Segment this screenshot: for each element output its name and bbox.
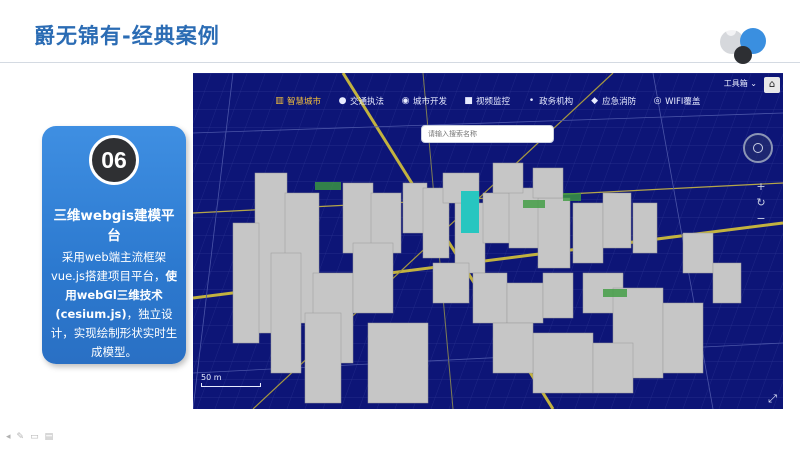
pin-icon: ◉ [401, 95, 410, 106]
case-number-badge: 06 [89, 135, 139, 185]
highlighted-building [461, 191, 479, 233]
presentation-toolbar: ◂ ✎ ▭ ▤ [6, 432, 53, 442]
building-icon: ▥ [275, 95, 284, 106]
case-description: 采用web端主流框架vue.js搭建项目平台，使用webGl三维技术(cesiu… [50, 248, 178, 362]
map-scale-bar: 50 m [201, 373, 281, 387]
wifi-icon: ◎ [653, 95, 662, 106]
nav-item-label: 智慧城市 [287, 97, 322, 107]
tool-menu-label: 工具箱 [723, 79, 748, 88]
nav-item-government[interactable]: • 政务机构 [527, 93, 573, 109]
nav-item-traffic[interactable]: ● 交通执法 [338, 93, 384, 109]
nav-item-label: 城市开发 [413, 97, 448, 107]
home-icon[interactable]: ⌂ [764, 77, 780, 93]
slide-title: 爵无锦有-经典案例 [34, 24, 220, 48]
company-logo [720, 22, 770, 64]
map-search-input[interactable] [421, 125, 554, 143]
scale-label: 50 m [201, 373, 222, 382]
chevron-down-icon: ⌄ [750, 79, 757, 88]
person-icon: ● [338, 95, 347, 106]
nav-item-development[interactable]: ◉ 城市开发 [401, 93, 447, 109]
city-3d-scene [193, 73, 783, 409]
nav-item-emergency[interactable]: ◆ 应急消防 [590, 93, 636, 109]
pen-icon[interactable]: ✎ [17, 432, 25, 442]
map-category-nav: ▥ 智慧城市 ● 交通执法 ◉ 城市开发 ■ 视频监控 • 政务机构 ◆ 应急消… [275, 93, 717, 109]
alert-icon: ◆ [591, 95, 599, 106]
case-card: 06 三维webgis建模平台 采用web端主流框架vue.js搭建项目平台，使… [42, 126, 186, 364]
nav-item-label: 政务机构 [539, 97, 574, 107]
nav-item-label: 交通执法 [350, 97, 385, 107]
nav-item-video[interactable]: ■ 视频监控 [464, 93, 510, 109]
nav-item-label: 视频监控 [476, 97, 511, 107]
nav-item-smart-city[interactable]: ▥ 智慧城市 [275, 93, 321, 109]
tool-menu[interactable]: 工具箱 ⌄ [724, 78, 757, 89]
slides-icon[interactable]: ▭ [30, 432, 39, 442]
reset-view-icon[interactable]: ↻ [755, 197, 767, 209]
nav-item-label: WIFI覆盖 [665, 97, 701, 107]
back-icon[interactable]: ◂ [6, 432, 11, 442]
nav-item-label: 应急消防 [602, 97, 637, 107]
zoom-in-icon[interactable]: + [755, 181, 767, 193]
menu-icon[interactable]: ▤ [45, 432, 54, 442]
case-description-part1: 采用web端主流框架vue.js搭建项目平台， [50, 250, 167, 283]
camera-icon: ■ [464, 95, 473, 106]
title-divider [0, 62, 800, 63]
case-heading: 三维webgis建模平台 [53, 208, 175, 244]
slide: 爵无锦有-经典案例 06 三维webgis建模平台 采用web端主流框架vue.… [0, 0, 800, 450]
dot-icon: • [528, 95, 535, 106]
fullscreen-icon[interactable]: ⤢ [766, 392, 779, 405]
nav-item-wifi[interactable]: ◎ WIFI覆盖 [653, 93, 701, 109]
webgis-map-screenshot[interactable]: ▥ 智慧城市 ● 交通执法 ◉ 城市开发 ■ 视频监控 • 政务机构 ◆ 应急消… [193, 73, 783, 409]
zoom-out-icon[interactable]: − [755, 213, 767, 225]
compass-icon[interactable] [743, 133, 773, 163]
